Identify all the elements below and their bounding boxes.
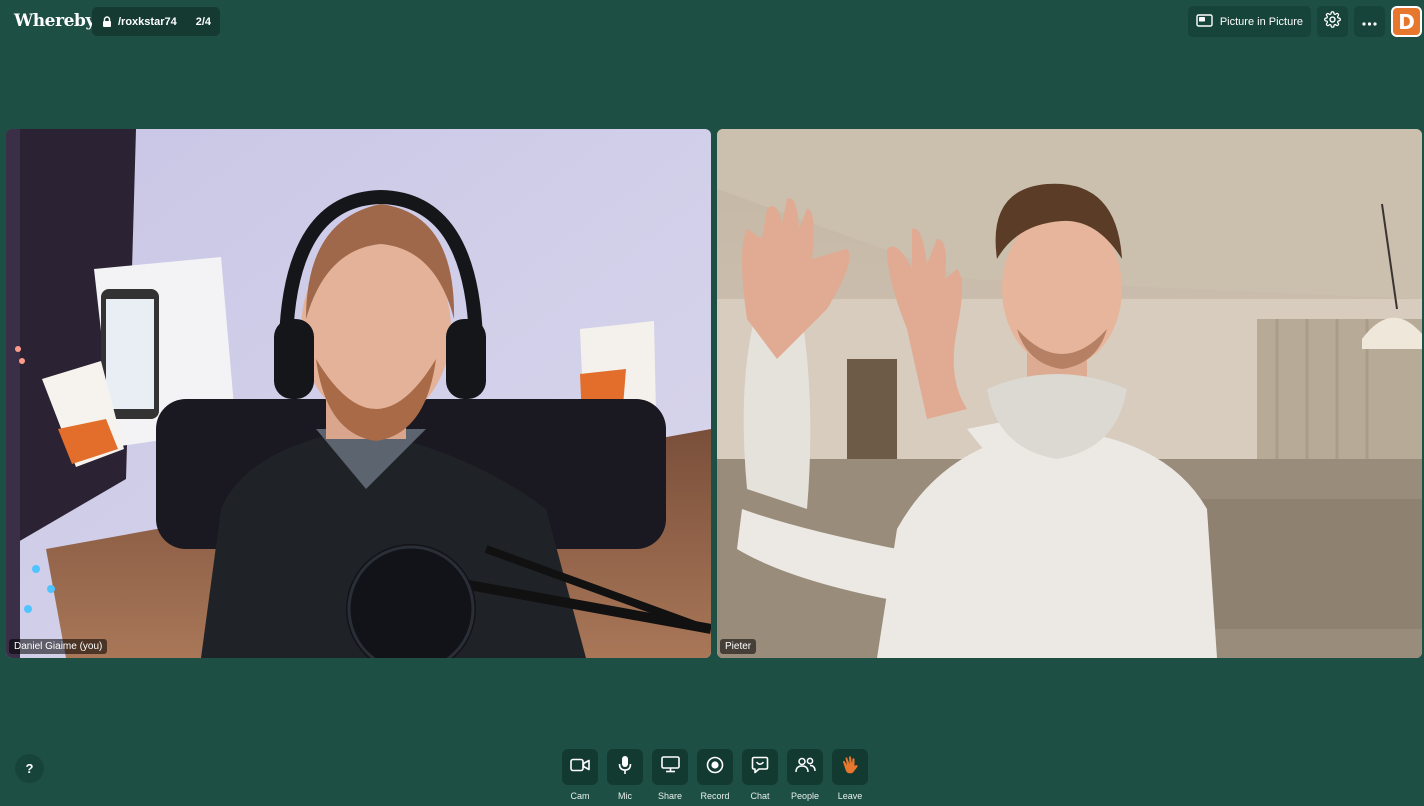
header-actions: Picture in Picture D xyxy=(1187,6,1422,37)
microphone-icon xyxy=(618,755,632,780)
video-tile-pieter[interactable]: Pieter xyxy=(717,129,1422,658)
participant-count: 2/4 xyxy=(195,15,211,28)
share-label: Share xyxy=(657,791,683,801)
cam-label: Cam xyxy=(570,791,590,801)
cam-button[interactable]: Cam xyxy=(562,749,598,801)
help-label: ? xyxy=(25,761,34,776)
cam-button-box[interactable] xyxy=(562,749,598,785)
whereby-meeting-window: Whereby /roxkstar74 2/4 Picture in Pictu… xyxy=(0,0,1424,806)
chat-label: Chat xyxy=(750,791,770,801)
participant-name-tag: Daniel Giaime (you) xyxy=(9,639,108,654)
record-button[interactable]: Record xyxy=(697,749,733,801)
picture-in-picture-icon xyxy=(1196,13,1213,30)
room-name: /roxkstar74 xyxy=(118,15,177,28)
leave-label: Leave xyxy=(837,791,863,801)
gear-icon xyxy=(1324,10,1341,33)
video-tile-daniel[interactable]: Daniel Giaime (you) xyxy=(6,129,711,658)
record-button-box[interactable] xyxy=(697,749,733,785)
screen-share-icon xyxy=(660,756,680,778)
people-button[interactable]: People xyxy=(787,749,823,801)
people-icon xyxy=(794,757,816,778)
chat-button-box[interactable] xyxy=(742,749,778,785)
video-feed-pieter xyxy=(717,129,1422,658)
user-avatar[interactable]: D xyxy=(1391,6,1422,37)
mic-label: Mic xyxy=(618,791,632,801)
whereby-logo: Whereby xyxy=(14,11,96,31)
settings-button[interactable] xyxy=(1317,6,1348,37)
room-info-button[interactable]: /roxkstar74 2/4 xyxy=(92,7,220,36)
control-bar: Cam Mic Share Record Chat People Leave xyxy=(562,749,868,801)
chat-icon xyxy=(751,756,769,779)
picture-in-picture-label: Picture in Picture xyxy=(1219,15,1303,28)
camera-icon xyxy=(570,758,590,777)
mic-button[interactable]: Mic xyxy=(607,749,643,801)
avatar-letter: D xyxy=(1398,9,1415,34)
share-button-box[interactable] xyxy=(652,749,688,785)
more-options-button[interactable] xyxy=(1354,6,1385,37)
share-button[interactable]: Share xyxy=(652,749,688,801)
video-feed-daniel xyxy=(6,129,711,658)
record-icon xyxy=(706,756,724,779)
leave-button[interactable]: Leave xyxy=(832,749,868,801)
wave-hand-icon xyxy=(840,755,860,780)
chat-button[interactable]: Chat xyxy=(742,749,778,801)
lock-icon xyxy=(102,16,112,27)
record-label: Record xyxy=(700,791,730,801)
people-label: People xyxy=(790,791,820,801)
help-button[interactable]: ? xyxy=(15,754,44,783)
participant-name-tag: Pieter xyxy=(720,639,757,654)
people-button-box[interactable] xyxy=(787,749,823,785)
mic-button-box[interactable] xyxy=(607,749,643,785)
more-icon xyxy=(1362,13,1377,31)
picture-in-picture-button[interactable]: Picture in Picture xyxy=(1187,6,1311,37)
leave-button-box[interactable] xyxy=(832,749,868,785)
